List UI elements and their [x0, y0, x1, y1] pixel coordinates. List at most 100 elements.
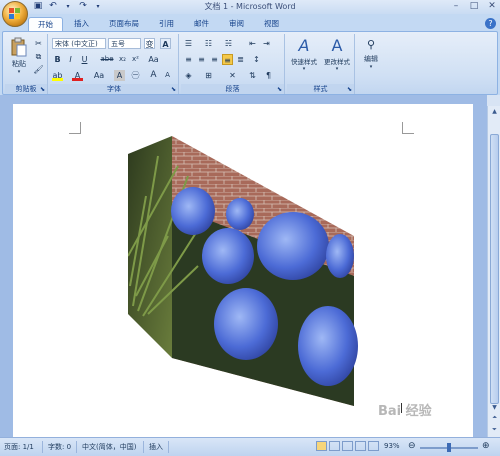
zoom-in-icon[interactable]: ⊕	[482, 441, 490, 451]
zoom-level[interactable]: 93%	[384, 442, 400, 450]
tab-home[interactable]: 开始	[28, 17, 63, 31]
justify-icon[interactable]: ≡	[222, 54, 233, 65]
highlight-icon[interactable]: ab	[52, 70, 63, 81]
superscript-button[interactable]: x²	[130, 54, 141, 65]
language-indicator[interactable]: 中文(简体，中国)	[82, 442, 136, 452]
tab-view[interactable]: 视图	[255, 17, 288, 31]
sort-icon[interactable]: ⇅	[247, 70, 258, 81]
grow-font-button[interactable]: A	[148, 70, 159, 81]
window-title: 文档 1 - Microsoft Word	[204, 2, 296, 11]
print-layout-icon[interactable]	[316, 441, 327, 451]
box-front-face	[128, 136, 172, 358]
minimize-button[interactable]: –	[450, 1, 462, 12]
clipboard-launcher-icon[interactable]: ⬊	[40, 86, 45, 93]
outline-icon[interactable]	[355, 441, 366, 451]
zoom-slider-thumb[interactable]	[447, 443, 451, 452]
office-button[interactable]	[2, 1, 28, 27]
chinese-layout-icon[interactable]: ✕	[227, 70, 238, 81]
scroll-down-icon[interactable]: ▼	[489, 403, 500, 413]
next-page-icon[interactable]: ⏷	[489, 425, 500, 435]
crop-mark-top-left	[69, 122, 81, 134]
font-size-value: 五号	[111, 40, 125, 48]
align-left-icon[interactable]: ≡	[183, 54, 194, 65]
help-icon[interactable]: ?	[485, 18, 496, 29]
prev-page-icon[interactable]: ⏶	[489, 413, 500, 423]
title-bar: ▣ ↶ ▾ ↷ ▾ 文档 1 - Microsoft Word – □ ✕	[0, 0, 500, 14]
copy-icon[interactable]: ⧉	[33, 51, 44, 62]
quick-styles-label: 快速样式	[291, 58, 317, 66]
quick-styles-button[interactable]: A 快速样式 ▾	[289, 36, 319, 80]
document-page[interactable]	[13, 104, 473, 437]
clear-format-icon[interactable]: A	[160, 38, 171, 49]
editing-button[interactable]: ⚲ 编辑 ▾	[359, 36, 383, 80]
bullets-icon[interactable]: ☰	[183, 38, 194, 49]
editing-group: ⚲ 编辑 ▾	[357, 34, 385, 94]
styles-launcher-icon[interactable]: ⬊	[347, 86, 352, 93]
draft-icon[interactable]	[368, 441, 379, 451]
styles-group: A 快速样式 ▾ A 更改样式 ▾ 样式 ⬊	[287, 34, 355, 94]
change-styles-dropdown-icon: ▾	[335, 66, 339, 72]
cut-icon[interactable]: ✂	[33, 38, 44, 49]
ribbon: 粘贴 ▾ ✂ ⧉ 🖌 剪贴板 ⬊ 宋体 (中文正) 五号 变 A B I U a…	[2, 31, 498, 95]
change-case-icon[interactable]: Aa	[148, 54, 159, 65]
close-button[interactable]: ✕	[486, 1, 498, 12]
paragraph-group: ☰ ☷ ☵ ⇤ ⇥ ≡ ≡ ≡ ≡ ≣ ↕ ◈ ⊞ ✕ ⇅ ¶ 段落 ⬊	[181, 34, 285, 94]
underline-button[interactable]: U	[79, 54, 90, 65]
char-shading-button[interactable]: A	[114, 70, 125, 81]
numbering-icon[interactable]: ☷	[203, 38, 214, 49]
styles-group-label: 样式	[287, 84, 354, 94]
insert-mode[interactable]: 插入	[149, 442, 163, 452]
tab-insert[interactable]: 插入	[65, 17, 98, 31]
clipboard-group: 粘贴 ▾ ✂ ⧉ 🖌 剪贴板 ⬊	[5, 34, 48, 94]
align-right-icon[interactable]: ≡	[209, 54, 220, 65]
page-count[interactable]: 页面: 1/1	[4, 442, 34, 452]
borders-icon[interactable]: ⊞	[203, 70, 214, 81]
change-styles-label: 更改样式	[324, 58, 350, 66]
ruler-toggle-icon[interactable]	[487, 95, 500, 106]
change-case-button[interactable]: Aa	[92, 70, 106, 81]
paragraph-launcher-icon[interactable]: ⬊	[277, 86, 282, 93]
font-group-label: 字体	[50, 84, 178, 94]
scroll-thumb[interactable]	[490, 134, 499, 404]
font-name-select[interactable]: 宋体 (中文正)	[52, 38, 106, 49]
change-styles-button[interactable]: A 更改样式 ▾	[321, 36, 353, 80]
tab-review[interactable]: 审阅	[220, 17, 253, 31]
paste-dropdown-icon: ▾	[17, 69, 21, 75]
word-count[interactable]: 字数: 0	[48, 442, 71, 452]
format-painter-icon[interactable]: 🖌	[33, 64, 44, 75]
align-center-icon[interactable]: ≡	[196, 54, 207, 65]
zoom-out-icon[interactable]: ⊖	[408, 441, 416, 451]
increase-indent-icon[interactable]: ⇥	[261, 38, 272, 49]
multilevel-list-icon[interactable]: ☵	[223, 38, 234, 49]
maximize-button[interactable]: □	[468, 1, 480, 12]
web-layout-icon[interactable]	[342, 441, 353, 451]
shading-icon[interactable]: ◈	[183, 70, 194, 81]
tab-mailings[interactable]: 邮件	[185, 17, 218, 31]
zoom-slider[interactable]	[420, 443, 478, 452]
vertical-scrollbar[interactable]: ▲ ▼ ⏶ ⏷	[487, 106, 500, 437]
font-color-icon[interactable]: A	[72, 70, 83, 81]
shrink-font-button[interactable]: A	[162, 70, 173, 81]
strikethrough-button[interactable]: abe	[99, 54, 115, 65]
font-launcher-icon[interactable]: ⬊	[171, 86, 176, 93]
distributed-icon[interactable]: ≣	[235, 54, 246, 65]
crop-mark-top-right	[402, 122, 414, 134]
tab-references[interactable]: 引用	[150, 17, 183, 31]
wen-button[interactable]: 变	[144, 38, 155, 49]
ribbon-tabs: 开始 插入 页面布局 引用 邮件 审阅 视图	[28, 17, 290, 31]
bold-button[interactable]: B	[52, 54, 63, 65]
subscript-button[interactable]: x₂	[117, 54, 128, 65]
show-marks-icon[interactable]: ¶	[263, 70, 274, 81]
enclosed-char-icon[interactable]: ㊀	[130, 70, 141, 81]
font-size-select[interactable]: 五号	[108, 38, 141, 49]
full-screen-icon[interactable]	[329, 441, 340, 451]
tab-page-layout[interactable]: 页面布局	[100, 17, 148, 31]
baidu-watermark: Bai 经验	[378, 404, 432, 419]
italic-button[interactable]: I	[65, 54, 76, 65]
paste-button[interactable]: 粘贴 ▾	[8, 36, 30, 75]
hydrangea-3d-image[interactable]	[128, 136, 358, 414]
scroll-up-icon[interactable]: ▲	[489, 107, 500, 117]
line-spacing-icon[interactable]: ↕	[251, 54, 262, 65]
decrease-indent-icon[interactable]: ⇤	[247, 38, 258, 49]
font-name-value: 宋体 (中文正)	[55, 40, 98, 48]
